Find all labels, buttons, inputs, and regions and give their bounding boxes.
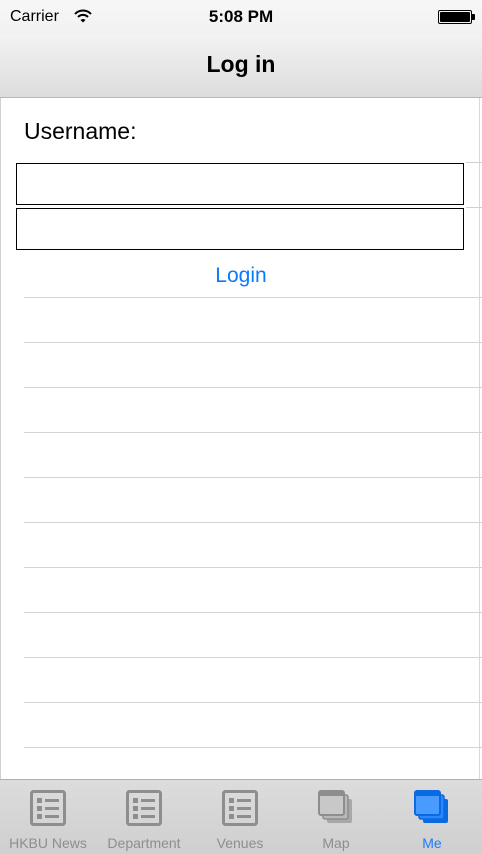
row-separator <box>24 747 482 748</box>
tab-me[interactable]: Me <box>384 780 480 854</box>
row-separator <box>24 612 482 613</box>
row-separator <box>24 657 482 658</box>
row-separator <box>466 207 482 208</box>
page-title: Log in <box>206 51 276 77</box>
row-separator <box>24 702 482 703</box>
window-left-edge <box>0 0 1 853</box>
row-separator <box>24 387 482 388</box>
tab-bar: HKBU News Department Venues Map Me <box>0 779 482 854</box>
status-bar: Carrier 5:08 PM <box>0 0 482 34</box>
tab-label: Map <box>322 835 350 851</box>
password-field[interactable] <box>16 208 464 250</box>
row-separator <box>24 522 482 523</box>
login-button[interactable]: Login <box>0 264 482 288</box>
navigation-bar: Log in <box>0 34 482 98</box>
stacked-windows-icon <box>318 790 352 823</box>
tab-label: HKBU News <box>9 835 87 851</box>
tab-label: Department <box>107 835 181 851</box>
username-label: Username: <box>24 118 137 144</box>
row-separator <box>24 342 482 343</box>
row-separator <box>24 432 482 433</box>
tab-department[interactable]: Department <box>96 780 192 854</box>
list-icon <box>222 790 258 826</box>
tab-hkbu-news[interactable]: HKBU News <box>0 780 96 854</box>
stacked-windows-icon <box>414 790 448 823</box>
row-separator <box>466 162 482 163</box>
tab-map[interactable]: Map <box>288 780 384 854</box>
tab-label: Me <box>422 835 442 851</box>
username-field[interactable] <box>16 163 464 205</box>
list-icon <box>126 790 162 826</box>
row-separator <box>24 297 482 298</box>
row-separator <box>24 567 482 568</box>
list-icon <box>30 790 66 826</box>
status-time: 5:08 PM <box>208 7 274 26</box>
tab-venues[interactable]: Venues <box>192 780 288 854</box>
tab-label: Venues <box>216 835 264 851</box>
row-separator <box>24 477 482 478</box>
battery-icon <box>438 10 475 24</box>
